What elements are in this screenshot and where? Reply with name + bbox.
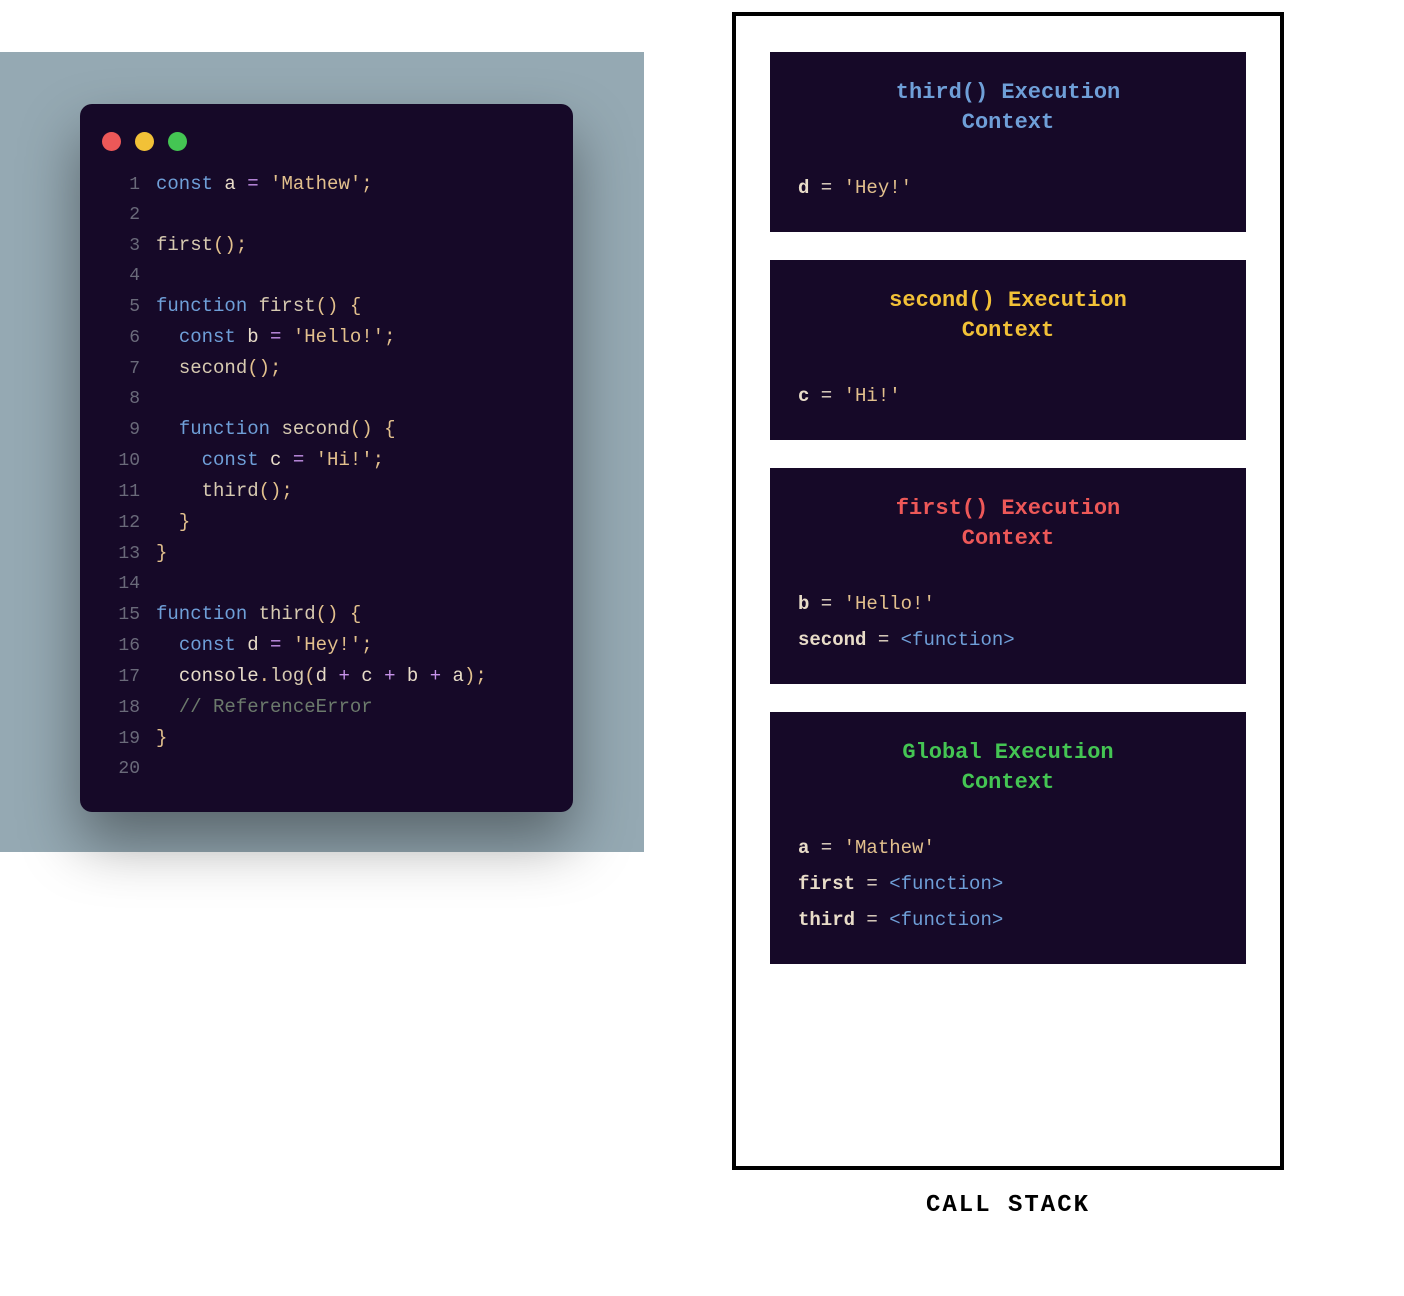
context-variable: d = 'Hey!' <box>798 170 1218 206</box>
line-number: 6 <box>102 323 140 353</box>
line-content: function second() { <box>156 414 395 444</box>
context-variable: c = 'Hi!' <box>798 378 1218 414</box>
line-content: } <box>156 723 167 753</box>
line-content: const b = 'Hello!'; <box>156 322 395 352</box>
code-line: 9 function second() { <box>80 414 573 445</box>
code-line: 4 <box>80 261 573 291</box>
line-number: 8 <box>102 384 140 414</box>
line-content: function first() { <box>156 291 361 321</box>
close-icon[interactable] <box>102 132 121 151</box>
code-line: 6 const b = 'Hello!'; <box>80 322 573 353</box>
execution-context-frame: Global ExecutionContext a = 'Mathew'first… <box>770 712 1246 964</box>
line-content: const d = 'Hey!'; <box>156 630 373 660</box>
line-number: 17 <box>102 662 140 692</box>
context-variable: first = <function> <box>798 866 1218 902</box>
code-line: 13} <box>80 538 573 569</box>
code-line: 15 function third() { <box>80 599 573 630</box>
line-content: } <box>156 507 190 537</box>
context-variable: b = 'Hello!' <box>798 586 1218 622</box>
code-line: 19} <box>80 723 573 754</box>
line-number: 13 <box>102 539 140 569</box>
line-number: 11 <box>102 477 140 507</box>
code-line: 10 const c = 'Hi!'; <box>80 445 573 476</box>
context-variable: a = 'Mathew' <box>798 830 1218 866</box>
line-content: third(); <box>156 476 293 506</box>
maximize-icon[interactable] <box>168 132 187 151</box>
line-number: 7 <box>102 354 140 384</box>
line-number: 15 <box>102 600 140 630</box>
code-line: 20 <box>80 754 573 784</box>
line-content: // ReferenceError <box>156 692 373 722</box>
line-content: const a = 'Mathew'; <box>156 169 373 199</box>
call-stack-label: CALL STACK <box>732 1192 1284 1219</box>
line-number: 5 <box>102 292 140 322</box>
code-editor-window: 1 const a = 'Mathew'; 23 first(); 45 function… <box>80 104 573 812</box>
minimize-icon[interactable] <box>135 132 154 151</box>
line-content: second(); <box>156 353 281 383</box>
code-line: 11 third(); <box>80 476 573 507</box>
line-number: 1 <box>102 170 140 200</box>
code-line: 18 // ReferenceError <box>80 692 573 723</box>
code-line: 5 function first() { <box>80 291 573 322</box>
code-line: 1 const a = 'Mathew'; <box>80 169 573 200</box>
line-number: 4 <box>102 261 140 291</box>
context-title: third() ExecutionContext <box>798 78 1218 138</box>
execution-context-frame: second() ExecutionContext c = 'Hi!' <box>770 260 1246 440</box>
context-variables: c = 'Hi!' <box>798 378 1218 414</box>
line-number: 14 <box>102 569 140 599</box>
line-number: 18 <box>102 693 140 723</box>
line-content: console.log(d + c + b + a); <box>156 661 487 691</box>
line-content: } <box>156 538 167 568</box>
line-number: 2 <box>102 200 140 230</box>
line-number: 12 <box>102 508 140 538</box>
code-line: 17 console.log(d + c + b + a); <box>80 661 573 692</box>
code-line: 14 <box>80 569 573 599</box>
execution-context-frame: first() ExecutionContext b = 'Hello!'seco… <box>770 468 1246 684</box>
line-content: first(); <box>156 230 247 260</box>
context-variable: second = <function> <box>798 622 1218 658</box>
call-stack-container: third() ExecutionContext d = 'Hey!' second… <box>732 12 1284 1170</box>
context-variable: third = <function> <box>798 902 1218 938</box>
code-body: 1 const a = 'Mathew'; 23 first(); 45 function… <box>80 169 573 784</box>
line-number: 10 <box>102 446 140 476</box>
execution-context-frame: third() ExecutionContext d = 'Hey!' <box>770 52 1246 232</box>
line-content: const c = 'Hi!'; <box>156 445 384 475</box>
code-line: 16 const d = 'Hey!'; <box>80 630 573 661</box>
code-line: 2 <box>80 200 573 230</box>
code-line: 7 second(); <box>80 353 573 384</box>
context-variables: a = 'Mathew'first = <function>third = <f… <box>798 830 1218 938</box>
line-number: 16 <box>102 631 140 661</box>
line-content: function third() { <box>156 599 361 629</box>
line-number: 19 <box>102 724 140 754</box>
window-traffic-lights <box>80 124 573 169</box>
context-title: second() ExecutionContext <box>798 286 1218 346</box>
code-line: 12 } <box>80 507 573 538</box>
context-title: first() ExecutionContext <box>798 494 1218 554</box>
code-line: 8 <box>80 384 573 414</box>
context-variables: d = 'Hey!' <box>798 170 1218 206</box>
line-number: 3 <box>102 231 140 261</box>
code-line: 3 first(); <box>80 230 573 261</box>
context-variables: b = 'Hello!'second = <function> <box>798 586 1218 658</box>
line-number: 9 <box>102 415 140 445</box>
line-number: 20 <box>102 754 140 784</box>
context-title: Global ExecutionContext <box>798 738 1218 798</box>
